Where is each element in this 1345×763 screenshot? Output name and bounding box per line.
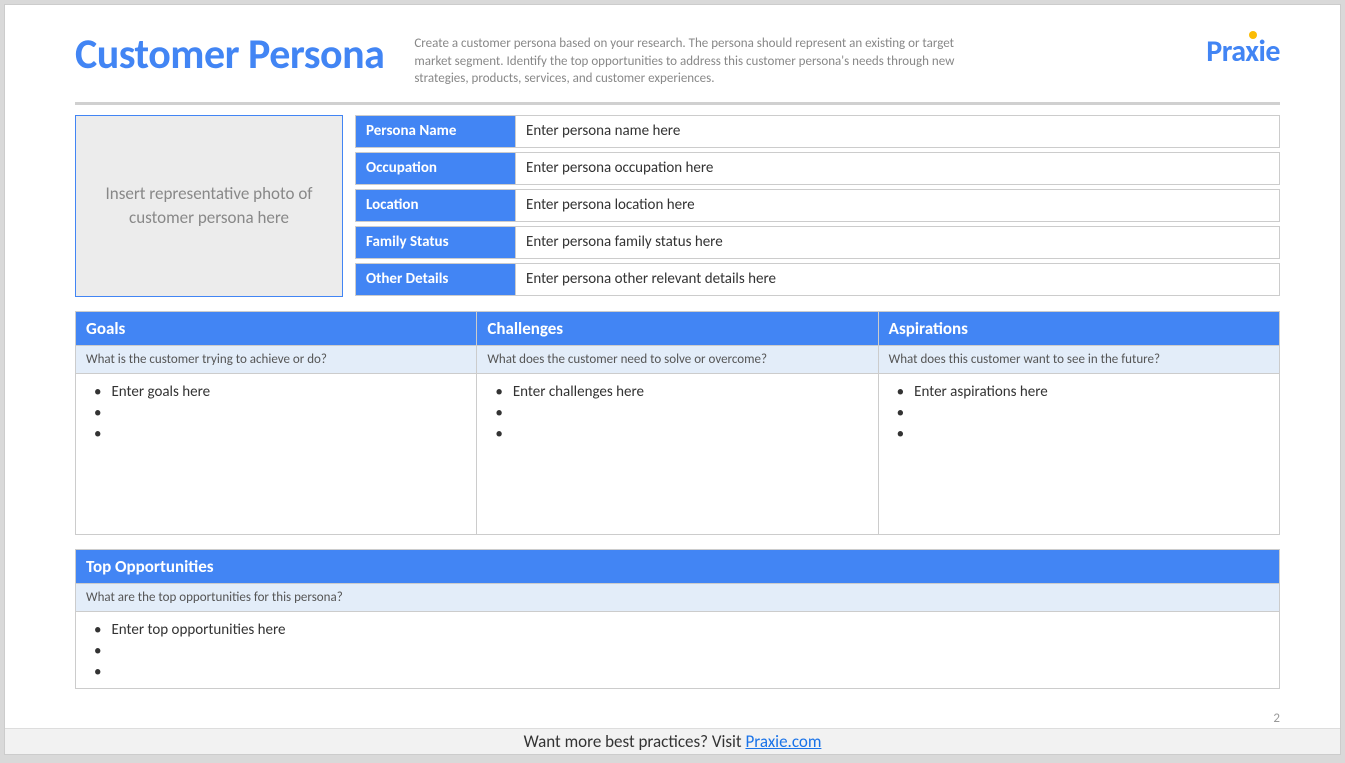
page-description: Create a customer persona based on your …	[414, 29, 984, 88]
slide: Customer Persona Create a customer perso…	[4, 4, 1341, 755]
goals-subheader: What is the customer trying to achieve o…	[76, 345, 476, 374]
field-row-name: Persona Name Enter persona name here	[355, 115, 1280, 148]
goals-item-empty	[94, 424, 466, 445]
opportunities-item-empty	[94, 662, 1269, 683]
column-challenges: Challenges What does the customer need t…	[477, 312, 878, 534]
goals-item: Enter goals here	[94, 382, 466, 403]
top-row: Insert representative photo of customer …	[75, 115, 1280, 297]
column-goals: Goals What is the customer trying to ach…	[76, 312, 477, 534]
aspirations-item-empty	[897, 403, 1269, 424]
page-title: Customer Persona	[75, 29, 384, 80]
page-number: 2	[1273, 711, 1280, 726]
field-input-other[interactable]: Enter persona other relevant details her…	[515, 263, 1280, 296]
field-label-occupation: Occupation	[355, 152, 515, 185]
aspirations-subheader: What does this customer want to see in t…	[879, 345, 1279, 374]
challenges-body[interactable]: Enter challenges here	[477, 374, 877, 534]
header-row: Customer Persona Create a customer perso…	[5, 5, 1340, 88]
opportunities-section: Top Opportunities What are the top oppor…	[75, 549, 1280, 689]
field-row-other: Other Details Enter persona other releva…	[355, 263, 1280, 296]
field-label-name: Persona Name	[355, 115, 515, 148]
praxie-logo: Praxie	[1206, 29, 1280, 70]
goals-item-empty	[94, 403, 466, 424]
challenges-item-empty	[495, 403, 867, 424]
logo-dot-icon	[1249, 31, 1257, 39]
field-input-name[interactable]: Enter persona name here	[515, 115, 1280, 148]
aspirations-item: Enter aspirations here	[897, 382, 1269, 403]
field-row-family: Family Status Enter persona family statu…	[355, 226, 1280, 259]
footer-link[interactable]: Praxie.com	[745, 731, 821, 752]
footer-bar: Want more best practices? Visit Praxie.c…	[5, 728, 1340, 754]
aspirations-item-empty	[897, 424, 1269, 445]
persona-photo-placeholder[interactable]: Insert representative photo of customer …	[75, 115, 343, 297]
field-row-location: Location Enter persona location here	[355, 189, 1280, 222]
logo-text: Praxie	[1206, 33, 1280, 70]
field-label-location: Location	[355, 189, 515, 222]
divider	[75, 102, 1280, 105]
goals-header: Goals	[76, 312, 476, 345]
field-input-occupation[interactable]: Enter persona occupation here	[515, 152, 1280, 185]
challenges-item-empty	[495, 424, 867, 445]
field-row-occupation: Occupation Enter persona occupation here	[355, 152, 1280, 185]
column-aspirations: Aspirations What does this customer want…	[879, 312, 1279, 534]
three-column-section: Goals What is the customer trying to ach…	[75, 311, 1280, 535]
field-label-other: Other Details	[355, 263, 515, 296]
content-area: Insert representative photo of customer …	[5, 115, 1340, 689]
opportunities-item-empty	[94, 641, 1269, 662]
aspirations-header: Aspirations	[879, 312, 1279, 345]
aspirations-body[interactable]: Enter aspirations here	[879, 374, 1279, 534]
opportunities-subheader: What are the top opportunities for this …	[76, 583, 1279, 612]
field-input-family[interactable]: Enter persona family status here	[515, 226, 1280, 259]
field-label-family: Family Status	[355, 226, 515, 259]
goals-body[interactable]: Enter goals here	[76, 374, 476, 534]
challenges-header: Challenges	[477, 312, 877, 345]
opportunities-body[interactable]: Enter top opportunities here	[76, 612, 1279, 688]
opportunities-item: Enter top opportunities here	[94, 620, 1269, 641]
challenges-item: Enter challenges here	[495, 382, 867, 403]
footer-text: Want more best practices? Visit	[524, 731, 746, 752]
persona-fields: Persona Name Enter persona name here Occ…	[355, 115, 1280, 297]
opportunities-header: Top Opportunities	[76, 550, 1279, 583]
challenges-subheader: What does the customer need to solve or …	[477, 345, 877, 374]
field-input-location[interactable]: Enter persona location here	[515, 189, 1280, 222]
